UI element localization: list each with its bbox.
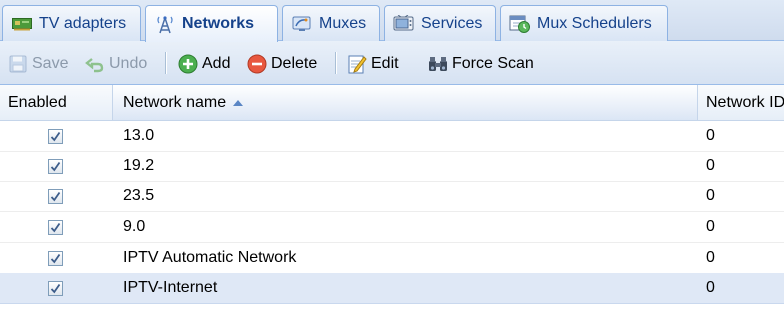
tab-label: Muxes <box>319 14 367 32</box>
grid-header: Enabled Network name Network ID <box>0 85 784 121</box>
checkmark-icon <box>50 191 61 201</box>
tab-tv-adapters[interactable]: TV adapters <box>2 5 141 41</box>
tab-label: Services <box>421 14 483 32</box>
force-scan-button[interactable]: Force Scan <box>427 52 534 76</box>
checkmark-icon <box>50 283 61 293</box>
enabled-cell[interactable] <box>48 121 63 151</box>
network-name-cell: 19.2 <box>123 157 155 174</box>
force-scan-label: Force Scan <box>452 55 534 72</box>
enabled-checkbox[interactable] <box>48 219 63 235</box>
tab-label: Mux Schedulers <box>537 14 652 32</box>
network-name-cell: 13.0 <box>123 127 155 144</box>
column-header-label: Network ID <box>706 93 784 111</box>
save-label: Save <box>32 55 69 72</box>
network-id-cell: 0 <box>706 157 715 174</box>
network-name-cell: 23.5 <box>123 187 155 204</box>
tab-strip: TV adapters Networks Muxes Services Mux … <box>0 0 784 42</box>
edit-label: Edit <box>371 55 399 72</box>
column-header-enabled[interactable]: Enabled <box>0 85 113 120</box>
table-row[interactable]: IPTV-Internet 0 <box>0 273 784 304</box>
calendar-clock-icon <box>509 15 531 33</box>
television-icon <box>393 14 415 33</box>
enabled-checkbox[interactable] <box>48 250 63 266</box>
edit-icon <box>346 53 368 75</box>
column-header-network-id[interactable]: Network ID <box>698 85 784 120</box>
network-id-cell: 0 <box>706 218 715 235</box>
delete-icon <box>246 53 268 75</box>
checkmark-icon <box>50 253 61 263</box>
toolbar-separator <box>335 52 337 74</box>
sort-ascending-icon <box>233 100 244 106</box>
column-header-label: Network name <box>123 93 227 111</box>
table-row[interactable]: 19.2 0 <box>0 151 784 182</box>
undo-label: Undo <box>109 55 148 72</box>
network-name-cell: 9.0 <box>123 218 146 235</box>
enabled-checkbox[interactable] <box>48 188 63 204</box>
checkmark-icon <box>50 161 61 171</box>
table-row[interactable]: 9.0 0 <box>0 212 784 243</box>
undo-icon <box>84 53 106 75</box>
network-id-cell: 0 <box>706 127 715 144</box>
tab-networks[interactable]: Networks <box>145 5 278 42</box>
column-header-label: Enabled <box>8 93 67 111</box>
add-icon <box>177 53 199 75</box>
enabled-checkbox[interactable] <box>48 280 63 296</box>
network-id-cell: 0 <box>706 279 715 296</box>
satellite-dish-icon <box>291 15 313 33</box>
checkmark-icon <box>50 222 61 232</box>
enabled-cell[interactable] <box>48 181 63 211</box>
toolbar-separator <box>165 52 167 74</box>
save-button[interactable]: Save <box>7 52 68 76</box>
binoculars-icon <box>427 53 449 75</box>
network-name-cell: IPTV Automatic Network <box>123 249 297 266</box>
add-label: Add <box>202 55 231 72</box>
enabled-checkbox[interactable] <box>48 158 63 174</box>
table-row[interactable]: 23.5 0 <box>0 181 784 212</box>
edit-button[interactable]: Edit <box>346 52 399 76</box>
save-icon <box>7 53 29 75</box>
add-button[interactable]: Add <box>177 52 230 76</box>
enabled-checkbox[interactable] <box>48 128 63 144</box>
antenna-icon <box>154 15 176 34</box>
toolbar: Save Undo Add Delete Edit Force Scan <box>0 41 784 85</box>
delete-label: Delete <box>271 55 318 72</box>
tab-mux-schedulers[interactable]: Mux Schedulers <box>500 5 668 41</box>
table-row[interactable]: 13.0 0 <box>0 121 784 152</box>
tab-label: TV adapters <box>39 14 127 32</box>
tv-card-icon <box>11 15 33 33</box>
tab-muxes[interactable]: Muxes <box>282 5 380 41</box>
network-id-cell: 0 <box>706 249 715 266</box>
checkmark-icon <box>50 131 61 141</box>
network-name-cell: IPTV-Internet <box>123 279 218 296</box>
delete-button[interactable]: Delete <box>246 52 317 76</box>
tab-services[interactable]: Services <box>384 5 496 41</box>
column-header-network-name[interactable]: Network name <box>113 85 698 120</box>
undo-button[interactable]: Undo <box>84 52 147 76</box>
tab-label: Networks <box>182 15 255 32</box>
table-row[interactable]: IPTV Automatic Network 0 <box>0 243 784 274</box>
enabled-cell[interactable] <box>48 273 63 303</box>
enabled-cell[interactable] <box>48 243 63 273</box>
network-id-cell: 0 <box>706 187 715 204</box>
enabled-cell[interactable] <box>48 151 63 181</box>
enabled-cell[interactable] <box>48 212 63 242</box>
